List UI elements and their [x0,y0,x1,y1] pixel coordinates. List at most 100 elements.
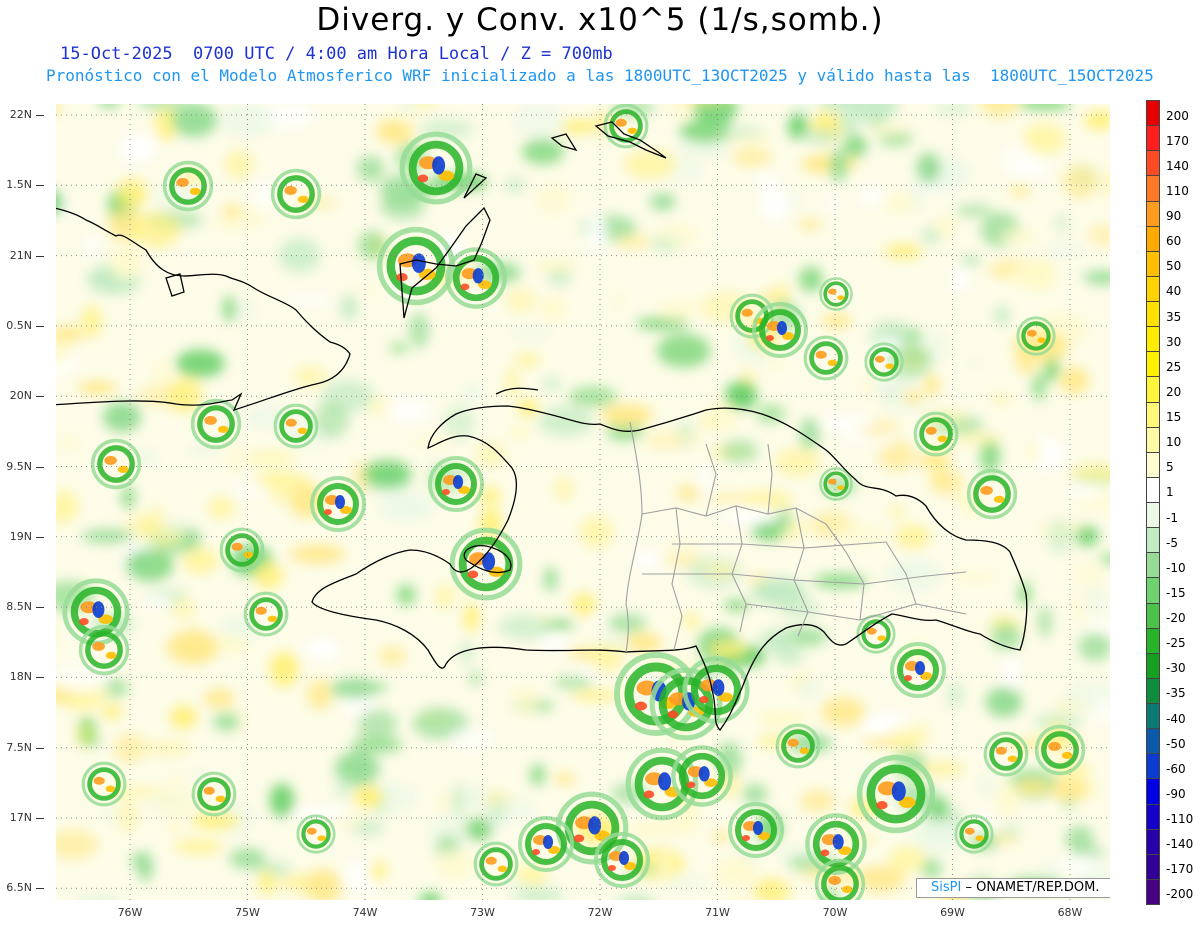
cell-core [993,495,1005,503]
field-blob [717,126,764,138]
field-blob [284,294,336,305]
lat-label: 6.5N [6,881,32,895]
cell-core [627,127,638,134]
cell-core [837,295,845,300]
lat-label: 21N [9,248,32,262]
field-blob [335,775,353,799]
cell-core [243,551,254,558]
field-blob [698,464,712,498]
map-area: SisPI – ONAMET/REP.DOM. [56,104,1110,900]
field-blob [165,821,182,834]
field-blob [409,312,429,349]
field-blob [1009,263,1058,291]
colorbar-swatch [1146,502,1160,529]
field-blob [1085,585,1105,614]
field-blob [1015,779,1050,795]
field-blob [223,205,242,218]
field-blob [651,429,706,446]
cell-ring [823,281,849,307]
field-blob [258,869,277,896]
field-blob [869,122,908,136]
cell-core [1007,755,1018,762]
lat-label: 22N [9,108,32,121]
field-blob [759,186,790,222]
field-blob [1019,157,1052,179]
field-blob [356,155,385,182]
field-blob [1044,244,1084,256]
cell-core [686,781,696,789]
field-blob [798,679,820,698]
colorbar-label: -25 [1166,636,1186,651]
field-blob [1078,633,1110,661]
sispi-logo: SisPI [931,880,962,895]
cell-core [658,772,672,791]
field-blob [541,634,566,651]
field-blob [213,712,240,731]
field-blob [56,326,84,343]
lon-label: 71W [705,906,730,919]
field-blob [839,110,859,136]
field-blob [293,365,327,388]
cell-core [472,268,484,284]
field-blob [625,632,663,653]
colorbar-swatch [1146,753,1160,780]
cell-core [176,177,189,187]
field-blob [616,234,652,249]
cell-core [815,350,827,359]
colorbar-label: -35 [1166,686,1186,701]
cell-core [284,185,297,195]
cell-core [937,435,948,442]
cell-core [877,635,886,641]
colorbar-label: 25 [1166,359,1182,374]
field-blob [56,666,108,693]
field-blob [996,782,1021,815]
field-blob [448,726,496,752]
field-blob [534,262,579,271]
cell-core [904,675,912,681]
field-blob [709,494,746,503]
cell-core [485,856,497,865]
field-blob [357,709,397,739]
field-blob [314,401,349,438]
lat-tick [36,747,44,749]
field-blob [842,835,880,845]
colorbar-label: -90 [1166,786,1186,801]
field-blob [1024,440,1042,464]
field-blob [1096,694,1110,728]
field-blob [268,474,292,504]
field-blob [56,433,81,452]
field-blob [529,764,546,786]
cell-core [396,273,408,282]
field-blob [203,689,235,708]
cell-ring [277,175,315,213]
field-blob [954,432,1003,446]
lon-label: 69W [940,906,965,919]
field-blob [113,733,145,764]
field-blob [1098,555,1110,563]
cell-core [832,834,844,850]
lat-tick [36,536,44,538]
colorbar-swatch [1146,577,1160,604]
field-blob [627,821,680,837]
cell-core [876,801,888,810]
colorbar-swatch [1146,828,1160,855]
field-blob [752,577,807,607]
field-blob [775,648,804,665]
cell-ring [197,405,235,443]
field-blob [121,485,135,510]
field-blob [254,562,284,589]
field-blob [633,548,660,572]
field-blob [979,104,1019,118]
cell-core [92,601,105,618]
cell-core [1026,329,1037,337]
colorbar-label: -140 [1166,837,1194,852]
field-blob [419,892,442,900]
cell-core [267,615,278,622]
lat-tick [36,325,44,327]
field-blob [514,104,565,139]
cell-core [799,747,810,754]
colorbar-swatch [1146,476,1160,503]
cell-core [204,415,217,425]
colorbar-swatch [1146,250,1160,277]
cell-core [411,253,426,273]
